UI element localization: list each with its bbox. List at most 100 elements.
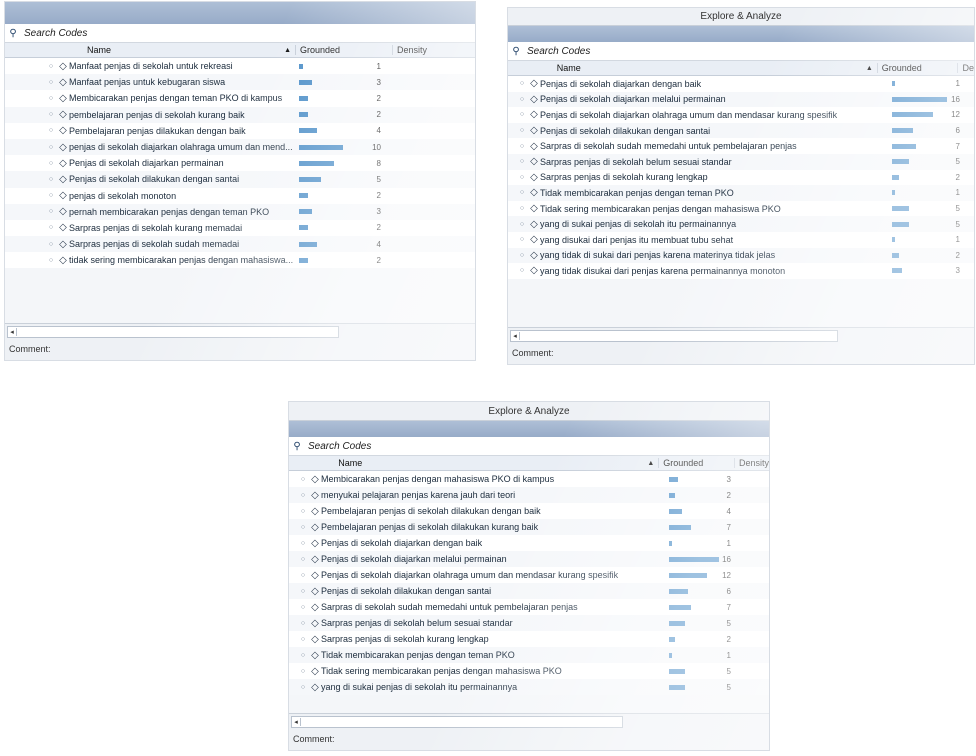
radio-icon[interactable]: ○ — [297, 620, 309, 627]
code-row[interactable]: ○ ◇ Penjas di sekolah diajarkan melalui pe… — [289, 551, 769, 567]
search-codes-bar[interactable]: ⚲ Search Codes — [508, 42, 974, 61]
search-codes-input[interactable]: Search Codes — [305, 441, 371, 452]
column-density-header[interactable]: De — [957, 63, 974, 73]
radio-icon[interactable]: ○ — [516, 158, 528, 165]
scroll-left-icon[interactable]: ◂ — [511, 332, 520, 340]
column-grounded-header[interactable]: Grounded — [658, 458, 734, 468]
radio-icon[interactable]: ○ — [297, 652, 309, 659]
code-row[interactable]: ○ ◇ pembelajaran penjas di sekolah kurang … — [5, 106, 475, 123]
magnifier-icon[interactable]: ⚲ — [5, 28, 21, 39]
radio-icon[interactable]: ○ — [45, 241, 57, 248]
radio-icon[interactable]: ○ — [297, 636, 309, 643]
code-row[interactable]: ○ ◇ penjas di sekolah monoton 2 — [5, 188, 475, 204]
radio-icon[interactable]: ○ — [297, 556, 309, 563]
code-row[interactable]: ○ ◇ Tidak sering membicarakan penjas denga… — [289, 663, 769, 679]
code-row[interactable]: ○ ◇ Sarpras penjas di sekolah belum sesuai… — [289, 615, 769, 631]
sort-ascending-icon[interactable]: ▲ — [284, 47, 291, 54]
radio-icon[interactable]: ○ — [516, 267, 528, 274]
column-name-header[interactable]: Name ▲ — [81, 45, 295, 55]
radio-icon[interactable]: ○ — [45, 111, 57, 118]
radio-icon[interactable]: ○ — [45, 79, 57, 86]
horizontal-scrollbar[interactable]: ◂ — [510, 330, 838, 342]
search-codes-input[interactable]: Search Codes — [21, 28, 87, 39]
column-grounded-header[interactable]: Grounded — [876, 63, 958, 73]
radio-icon[interactable]: ○ — [516, 80, 528, 87]
column-density-header[interactable]: Density — [734, 458, 769, 468]
code-row[interactable]: ○ ◇ yang tidak di sukai dari penjas karena… — [508, 247, 974, 264]
radio-icon[interactable]: ○ — [516, 189, 528, 196]
search-codes-bar[interactable]: ⚲ Search Codes — [289, 437, 769, 456]
radio-icon[interactable]: ○ — [297, 508, 309, 515]
code-row[interactable]: ○ ◇ Penjas di sekolah diajarkan dengan bai… — [508, 76, 974, 92]
radio-icon[interactable]: ○ — [45, 63, 57, 70]
code-row[interactable]: ○ ◇ Membicarakan penjas dengan mahasiswa P… — [289, 471, 769, 487]
code-row[interactable]: ○ ◇ menyukai pelajaran penjas karena jauh … — [289, 487, 769, 503]
code-row[interactable]: ○ ◇ Pembelajaran penjas dilakukan dengan b… — [5, 123, 475, 139]
radio-icon[interactable]: ○ — [45, 160, 57, 167]
code-row[interactable]: ○ ◇ Sarpras di sekolah sudah memedahi untu… — [289, 599, 769, 615]
code-row[interactable]: ○ ◇ Penjas di sekolah dilakukan dengan san… — [5, 171, 475, 188]
radio-icon[interactable]: ○ — [45, 224, 57, 231]
magnifier-icon[interactable]: ⚲ — [289, 441, 305, 452]
radio-icon[interactable]: ○ — [516, 127, 528, 134]
radio-icon[interactable]: ○ — [45, 208, 57, 215]
radio-icon[interactable]: ○ — [45, 95, 57, 102]
code-row[interactable]: ○ ◇ Pembelajaran penjas di sekolah dilakuk… — [289, 503, 769, 519]
code-row[interactable]: ○ ◇ Penjas di sekolah diajarkan melalui pe… — [508, 91, 974, 108]
radio-icon[interactable]: ○ — [297, 588, 309, 595]
radio-icon[interactable]: ○ — [45, 192, 57, 199]
column-name-header[interactable]: Name ▲ — [332, 458, 658, 468]
radio-icon[interactable]: ○ — [516, 143, 528, 150]
code-row[interactable]: ○ ◇ Penjas di sekolah diajarkan dengan bai… — [289, 535, 769, 551]
radio-icon[interactable]: ○ — [297, 668, 309, 675]
radio-icon[interactable]: ○ — [297, 524, 309, 531]
column-grounded-header[interactable]: Grounded — [295, 45, 392, 55]
column-name-header[interactable]: Name ▲ — [551, 63, 877, 73]
code-row[interactable]: ○ ◇ Sarpras penjas di sekolah kurang lengk… — [289, 631, 769, 647]
radio-icon[interactable]: ○ — [297, 684, 309, 691]
radio-icon[interactable]: ○ — [297, 476, 309, 483]
code-row[interactable]: ○ ◇ penjas di sekolah diajarkan olahraga u… — [5, 138, 475, 156]
code-row[interactable]: ○ ◇ Penjas di sekolah diajarkan olahraga u… — [508, 107, 974, 123]
column-density-header[interactable]: Density — [392, 45, 475, 55]
radio-icon[interactable]: ○ — [516, 96, 528, 103]
sort-ascending-icon[interactable]: ▲ — [647, 460, 654, 467]
code-row[interactable]: ○ ◇ Penjas di sekolah diajarkan permainan 8 — [5, 155, 475, 171]
radio-icon[interactable]: ○ — [516, 221, 528, 228]
search-codes-bar[interactable]: ⚲ Search Codes — [5, 24, 475, 43]
code-row[interactable]: ○ ◇ yang di sukai penjas di sekolah itu pe… — [289, 679, 769, 695]
code-row[interactable]: ○ ◇ Membicarakan penjas dengan teman PKO d… — [5, 90, 475, 106]
radio-icon[interactable]: ○ — [45, 176, 57, 183]
horizontal-scrollbar[interactable]: ◂ — [291, 716, 623, 728]
radio-icon[interactable]: ○ — [516, 236, 528, 243]
code-row[interactable]: ○ ◇ Tidak membicarakan penjas dengan teman… — [508, 185, 974, 201]
code-row[interactable]: ○ ◇ Sarpras penjas di sekolah belum sesuai… — [508, 153, 974, 170]
code-row[interactable]: ○ ◇ tidak sering membicarakan penjas denga… — [5, 252, 475, 268]
code-row[interactable]: ○ ◇ yang disukai dari penjas itu membuat t… — [508, 232, 974, 248]
code-row[interactable]: ○ ◇ yang tidak disukai dari penjas karena … — [508, 263, 974, 279]
code-row[interactable]: ○ ◇ Penjas di sekolah dilakukan dengan san… — [508, 122, 974, 139]
code-row[interactable]: ○ ◇ Sarpras penjas di sekolah sudah memada… — [5, 236, 475, 253]
code-row[interactable]: ○ ◇ Tidak membicarakan penjas dengan teman… — [289, 647, 769, 663]
radio-icon[interactable]: ○ — [297, 604, 309, 611]
radio-icon[interactable]: ○ — [45, 144, 57, 151]
code-row[interactable]: ○ ◇ yang di sukai penjas di sekolah itu pe… — [508, 216, 974, 232]
code-row[interactable]: ○ ◇ Tidak sering membicarakan penjas denga… — [508, 201, 974, 217]
code-row[interactable]: ○ ◇ pernah membicarakan penjas dengan tema… — [5, 203, 475, 220]
code-row[interactable]: ○ ◇ Manfaat penjas di sekolah untuk rekrea… — [5, 58, 475, 74]
radio-icon[interactable]: ○ — [297, 492, 309, 499]
code-row[interactable]: ○ ◇ Sarpras penjas di sekolah kurang memad… — [5, 220, 475, 236]
scroll-left-icon[interactable]: ◂ — [8, 328, 17, 336]
radio-icon[interactable]: ○ — [516, 174, 528, 181]
scroll-left-icon[interactable]: ◂ — [292, 718, 301, 726]
horizontal-scrollbar[interactable]: ◂ — [7, 326, 339, 338]
radio-icon[interactable]: ○ — [516, 111, 528, 118]
radio-icon[interactable]: ○ — [45, 127, 57, 134]
radio-icon[interactable]: ○ — [516, 252, 528, 259]
code-row[interactable]: ○ ◇ Sarpras di sekolah sudah memedahi untu… — [508, 138, 974, 154]
radio-icon[interactable]: ○ — [45, 257, 57, 264]
code-row[interactable]: ○ ◇ Penjas di sekolah dilakukan dengan san… — [289, 583, 769, 599]
code-row[interactable]: ○ ◇ Sarpras penjas di sekolah kurang lengk… — [508, 170, 974, 186]
radio-icon[interactable]: ○ — [297, 540, 309, 547]
radio-icon[interactable]: ○ — [297, 572, 309, 579]
